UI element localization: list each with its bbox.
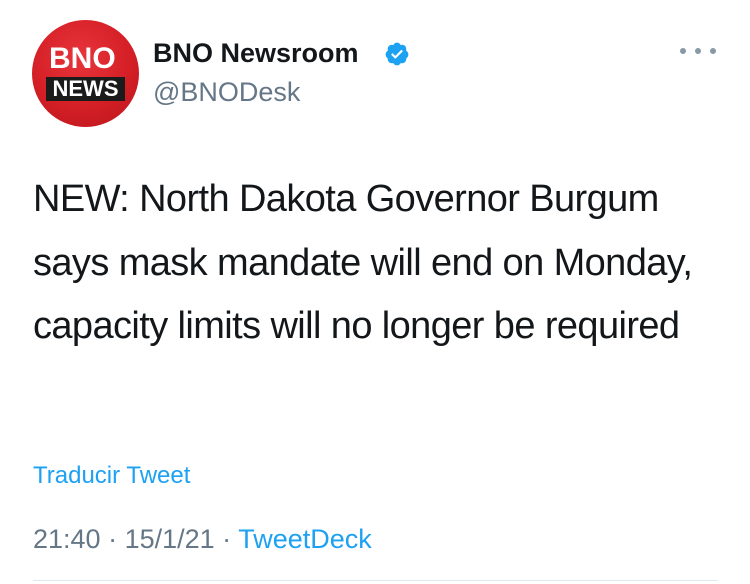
more-dot bbox=[680, 48, 686, 54]
tweet-time[interactable]: 21:40 bbox=[33, 524, 101, 554]
author-display-name[interactable]: BNO Newsroom bbox=[153, 37, 359, 69]
tweet-text: NEW: North Dakota Governor Burgum says m… bbox=[33, 178, 693, 347]
meta-separator: · bbox=[100, 524, 125, 554]
tweet-source-link[interactable]: TweetDeck bbox=[238, 524, 372, 554]
more-dot bbox=[710, 48, 716, 54]
avatar[interactable]: BNO NEWS bbox=[32, 20, 139, 127]
avatar-logo-subtext: NEWS bbox=[46, 77, 125, 101]
translate-tweet-link[interactable]: Traducir Tweet bbox=[33, 461, 190, 491]
author-handle[interactable]: @BNODesk bbox=[153, 76, 300, 108]
verified-badge-icon bbox=[385, 42, 409, 66]
divider bbox=[33, 580, 718, 581]
tweet-card: BNO NEWS BNO Newsroom @BNODesk NEW: Nort… bbox=[0, 0, 750, 584]
tweet-meta: 21:40 · 15/1/21 · TweetDeck bbox=[33, 523, 372, 555]
more-dot bbox=[695, 48, 701, 54]
more-options-icon[interactable] bbox=[680, 44, 716, 58]
meta-separator: · bbox=[214, 524, 239, 554]
tweet-date[interactable]: 15/1/21 bbox=[125, 524, 215, 554]
avatar-logo-text: BNO bbox=[49, 42, 116, 75]
